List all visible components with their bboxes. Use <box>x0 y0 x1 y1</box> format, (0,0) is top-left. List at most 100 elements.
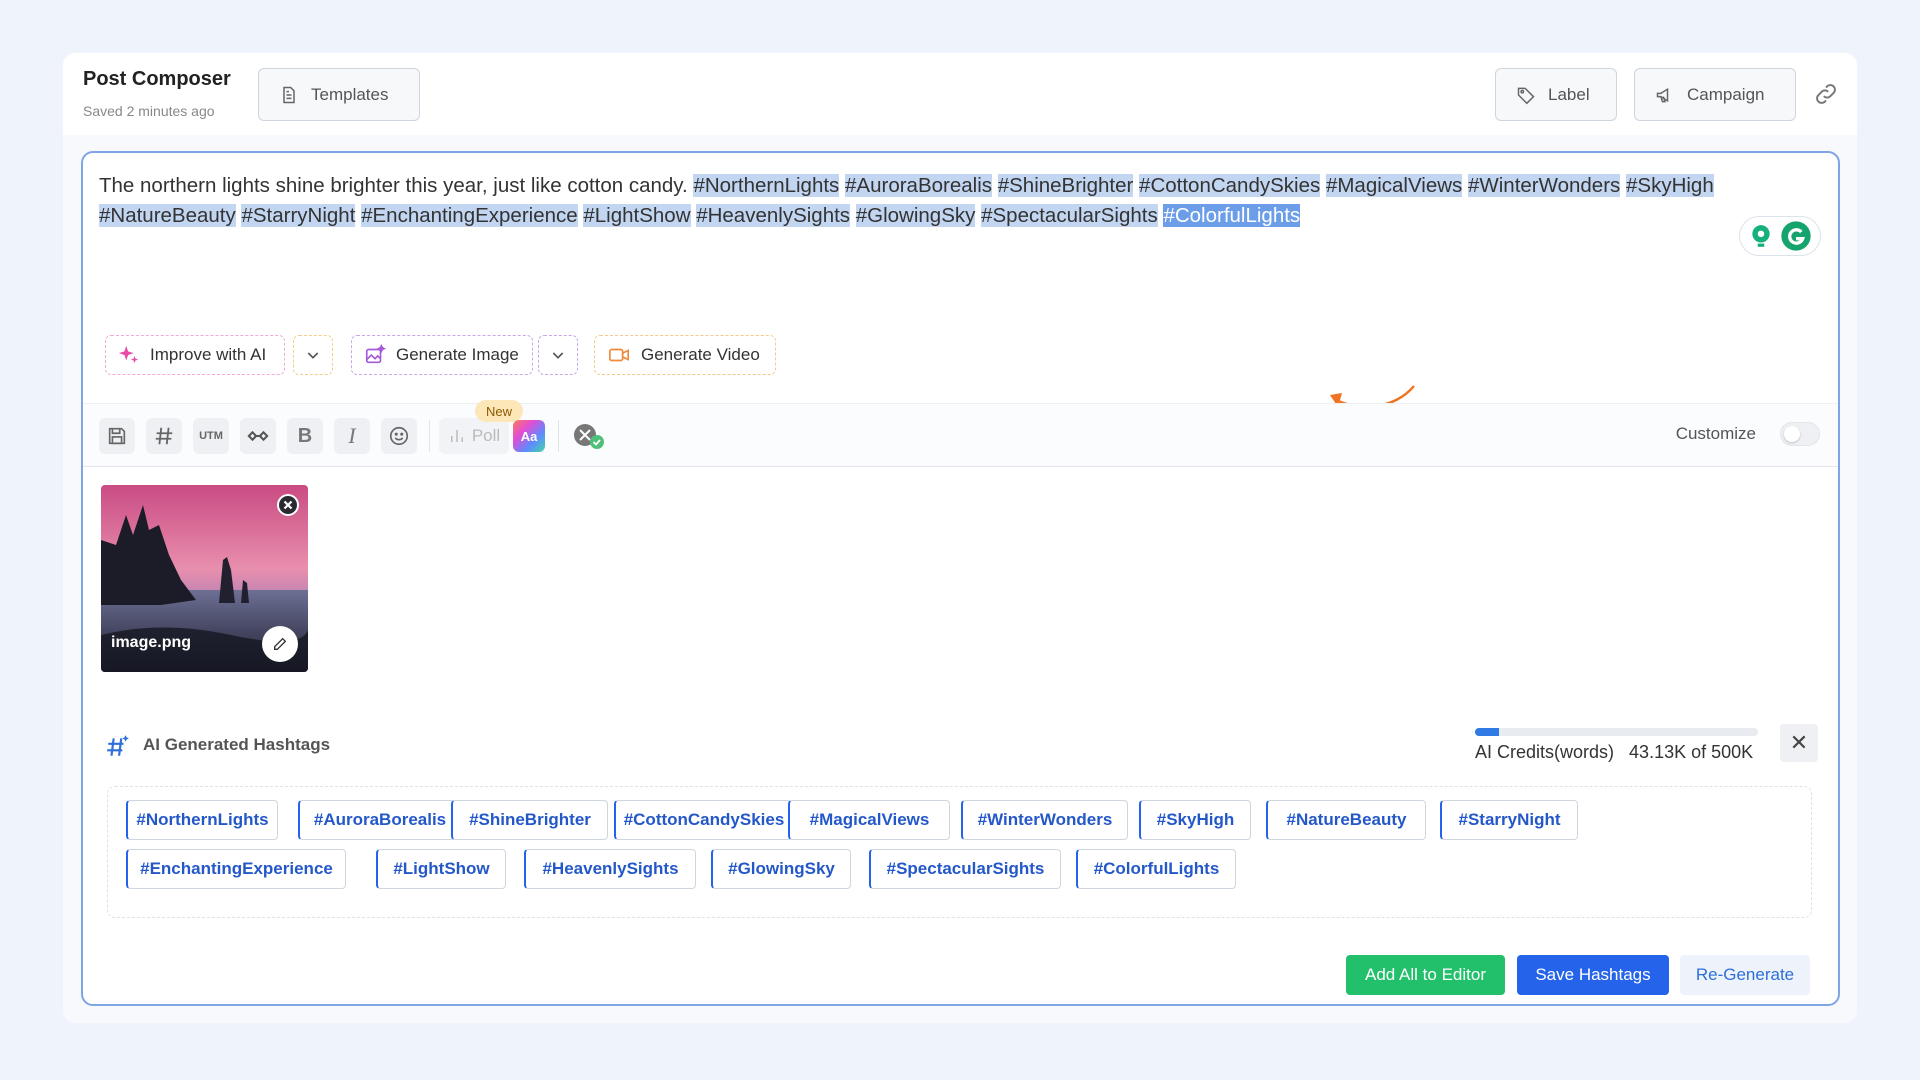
editor-hashtag: #MagicalViews <box>1325 174 1463 197</box>
media-thumbnail[interactable]: image.png <box>101 485 308 672</box>
generate-video-label: Generate Video <box>641 345 760 364</box>
label-label: Label <box>1548 84 1590 104</box>
editor-hashtag: #GlowingSky <box>855 204 976 227</box>
link-icon[interactable] <box>1813 81 1839 107</box>
x-account-button[interactable] <box>573 422 609 452</box>
editor-hashtag: #NorthernLights <box>693 174 840 197</box>
generate-image-button[interactable]: Generate Image <box>351 335 533 375</box>
hashtag-chip[interactable]: #ColorfulLights <box>1076 849 1236 889</box>
editor-hashtag: #HeavenlySights <box>696 204 851 227</box>
campaign-label: Campaign <box>1687 84 1765 104</box>
hashtag-chip[interactable]: #CottonCandySkies <box>614 800 793 840</box>
hashtag-button[interactable] <box>146 418 182 454</box>
poll-button[interactable]: Poll <box>439 418 509 454</box>
new-badge-label: New <box>485 403 512 419</box>
megaphone-icon <box>1656 87 1669 102</box>
saved-status: Saved 2 minutes ago <box>83 103 215 119</box>
grammarly-widget[interactable] <box>1739 216 1821 256</box>
regenerate-button[interactable]: Re-Generate <box>1680 955 1810 995</box>
floppy-icon <box>108 427 126 445</box>
utm-button[interactable]: UTM <box>193 418 229 454</box>
hashtag-chip[interactable]: #SkyHigh <box>1139 800 1251 840</box>
video-camera-icon <box>609 348 629 362</box>
templates-button[interactable]: Templates <box>258 68 420 121</box>
hashtag-chip[interactable]: #GlowingSky <box>711 849 851 889</box>
composer-editor[interactable]: The northern lights shine brighter this … <box>81 151 1840 1006</box>
improve-dropdown[interactable] <box>293 335 333 375</box>
diamond-link-icon <box>247 430 269 442</box>
hashtag-chip[interactable]: #NorthernLights <box>126 800 278 840</box>
generate-image-dropdown[interactable] <box>538 335 578 375</box>
toolbar-divider <box>558 420 559 452</box>
editor-hashtag: #AuroraBorealis <box>845 174 993 197</box>
templates-label: Templates <box>311 84 389 104</box>
bold-label: B <box>297 424 313 447</box>
hashtag-chip[interactable]: #StarryNight <box>1440 800 1578 840</box>
editor-hashtag: #WinterWonders <box>1468 174 1621 197</box>
credits-text: AI Credits(words) 43.13K of 500K <box>1475 742 1753 763</box>
regenerate-label: Re-Generate <box>1695 965 1795 984</box>
editor-hashtag: #SpectacularSights <box>981 204 1158 227</box>
hashtag-chip[interactable]: #NatureBeauty <box>1266 800 1426 840</box>
label-button[interactable]: Label <box>1495 68 1617 121</box>
post-plain-text: The northern lights shine brighter this … <box>99 174 688 197</box>
remove-media-icon[interactable] <box>276 493 300 517</box>
text-style-button[interactable]: Aa <box>513 420 545 452</box>
link-shortener-button[interactable] <box>240 418 276 454</box>
save-hashtags-button[interactable]: Save Hashtags <box>1517 955 1669 995</box>
credits-progress-fill <box>1475 728 1500 736</box>
image-sparkle-icon <box>365 344 386 364</box>
editor-hashtag: #StarryNight <box>241 204 356 227</box>
x-logo-icon <box>574 424 604 449</box>
chevron-down-icon <box>307 352 319 359</box>
hashtag-chip[interactable]: #HeavenlySights <box>524 849 696 889</box>
save-hashtags-label: Save Hashtags <box>1535 965 1651 984</box>
italic-label: I <box>348 423 356 448</box>
document-icon <box>283 86 295 103</box>
hashtag-chip[interactable]: #MagicalViews <box>788 800 950 840</box>
editor-hashtag: #ColorfulLights <box>1163 204 1301 227</box>
generate-video-button[interactable]: Generate Video <box>594 335 776 375</box>
poll-label: Poll <box>471 426 501 445</box>
close-hashtags-button[interactable]: ✕ <box>1780 724 1818 762</box>
editor-hashtag: #EnchantingExperience <box>361 204 578 227</box>
hashtag-icon <box>155 427 173 445</box>
sparkle-icon <box>118 345 139 364</box>
tag-icon <box>1517 87 1535 104</box>
italic-button[interactable]: I <box>334 418 370 454</box>
grammarly-icon <box>1781 221 1811 251</box>
bar-chart-icon <box>450 430 463 442</box>
new-badge: New <box>475 400 523 422</box>
editor-hashtag: #SkyHigh <box>1626 174 1714 197</box>
hashtag-chip[interactable]: #WinterWonders <box>961 800 1128 840</box>
close-icon: ✕ <box>1789 730 1809 755</box>
save-draft-button[interactable] <box>99 418 135 454</box>
editor-hashtag: #CottonCandySkies <box>1139 174 1321 197</box>
hashtag-chip[interactable]: #ShineBrighter <box>451 800 608 840</box>
campaign-button[interactable]: Campaign <box>1634 68 1796 121</box>
emoji-button[interactable] <box>381 418 417 454</box>
ai-hashtags-title: AI Generated Hashtags <box>143 735 331 754</box>
hashtag-chip[interactable]: #AuroraBorealis <box>298 800 461 840</box>
add-all-to-editor-button[interactable]: Add All to Editor <box>1346 955 1505 995</box>
improve-with-ai-button[interactable]: Improve with AI <box>105 335 285 375</box>
credits-progress-bar <box>1475 728 1758 736</box>
editor-hashtag: #LightShow <box>583 204 691 227</box>
edit-media-button[interactable] <box>262 626 298 662</box>
pencil-icon <box>274 637 287 650</box>
add-all-label: Add All to Editor <box>1365 965 1486 984</box>
media-filename: image.png <box>111 634 192 651</box>
hashtag-chip[interactable]: #LightShow <box>376 849 506 889</box>
toolbar-divider <box>429 420 430 452</box>
hashtag-chip[interactable]: #EnchantingExperience <box>126 849 346 889</box>
post-text[interactable]: The northern lights shine brighter this … <box>99 171 1799 231</box>
customize-toggle[interactable] <box>1780 422 1820 446</box>
hashtag-sparkle-icon <box>107 735 129 756</box>
hashtag-chip[interactable]: #SpectacularSights <box>869 849 1061 889</box>
bold-button[interactable]: B <box>287 418 323 454</box>
editor-toolbar: UTM B I Poll New Aa Customize <box>83 400 1838 467</box>
generate-image-label: Generate Image <box>396 345 519 364</box>
credits-label: AI Credits(words) <box>1475 742 1615 762</box>
hashtag-chips-container: #NorthernLights #AuroraBorealis #ShineBrig… <box>107 786 1812 918</box>
editor-hashtag: #NatureBeauty <box>99 204 236 227</box>
